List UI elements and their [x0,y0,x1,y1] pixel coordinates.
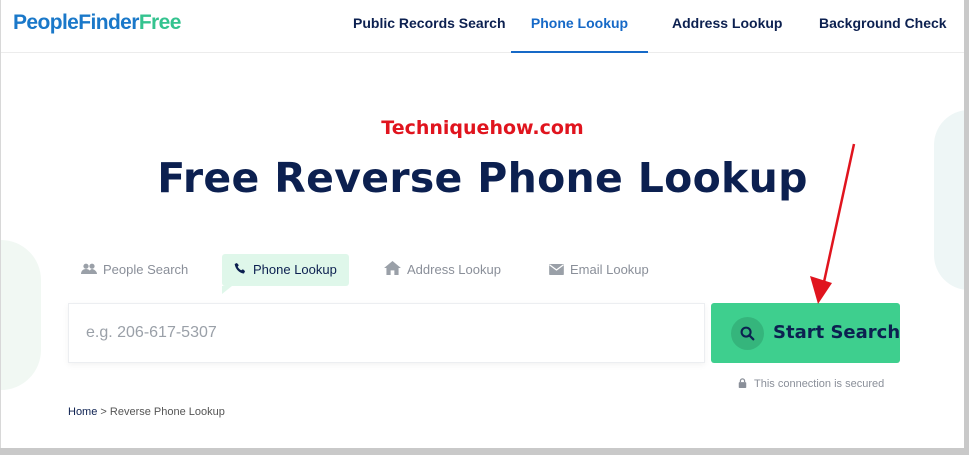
tab-label: Email Lookup [570,262,649,277]
breadcrumb-current: Reverse Phone Lookup [109,406,225,418]
watermark-text: Techniquehow.com [381,117,584,139]
start-search-label: Start Search [773,322,901,343]
page-frame: PeopleFinderFree Public Records Search P… [0,0,964,448]
decor-shape-left [1,240,41,390]
search-icon [731,317,764,350]
phone-icon [234,255,247,287]
secure-connection-note: This connection is secured [738,378,884,390]
lock-icon [738,378,747,388]
tab-label: People Search [103,262,189,277]
page-title: Free Reverse Phone Lookup [157,154,808,202]
nav-phone-lookup[interactable]: Phone Lookup [511,0,648,53]
secured-text: This connection is secured [754,378,885,390]
start-search-button[interactable]: Start Search [711,303,900,363]
tab-email-lookup[interactable]: Email Lookup [537,254,661,286]
site-header: PeopleFinderFree Public Records Search P… [1,0,964,53]
tab-label: Phone Lookup [253,262,337,277]
envelope-icon [549,255,564,287]
breadcrumb-separator: > [100,406,107,418]
tab-people-search[interactable]: People Search [69,254,200,286]
breadcrumb: Home > Reverse Phone Lookup [68,406,225,418]
nav-public-records-search[interactable]: Public Records Search [353,0,506,53]
tab-phone-lookup[interactable]: Phone Lookup [222,254,349,294]
nav-background-check[interactable]: Background Check [819,0,947,53]
home-icon [384,255,401,287]
tab-label: Address Lookup [407,262,501,277]
main-nav: Public Records Search Phone Lookup Addre… [1,0,964,53]
people-icon [81,255,97,287]
phone-search-input[interactable] [68,303,705,363]
nav-address-lookup[interactable]: Address Lookup [672,0,782,53]
breadcrumb-home[interactable]: Home [68,406,97,418]
tab-address-lookup[interactable]: Address Lookup [372,254,513,286]
